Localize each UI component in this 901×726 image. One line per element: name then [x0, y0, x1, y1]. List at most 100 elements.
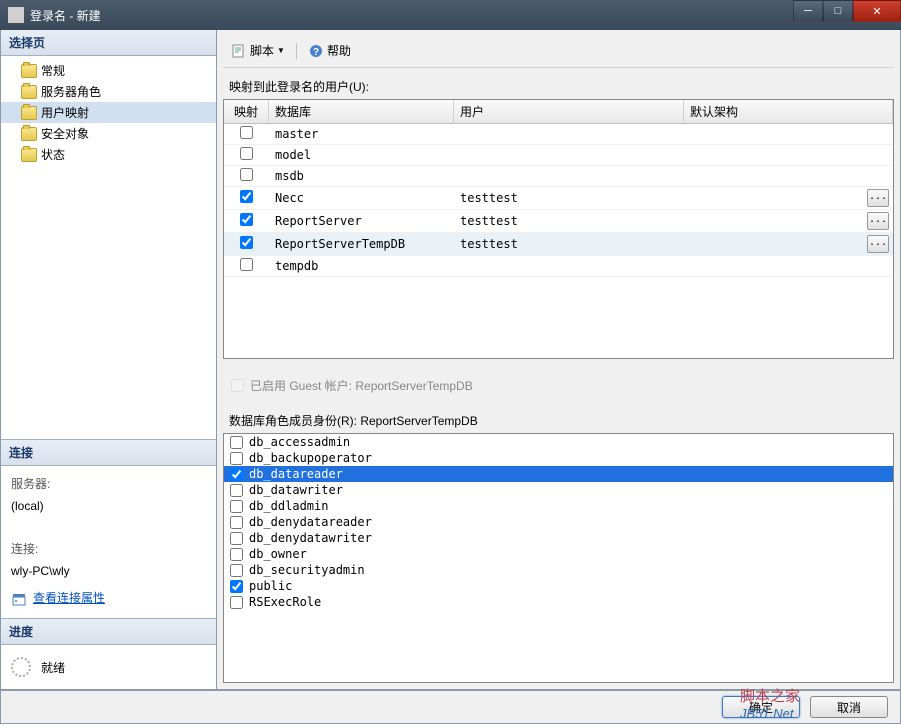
role-checkbox[interactable]: [230, 596, 243, 609]
col-database[interactable]: 数据库: [269, 100, 454, 123]
map-checkbox[interactable]: [240, 126, 253, 139]
role-name: db_denydatawriter: [249, 531, 372, 545]
nav-item[interactable]: 常规: [1, 60, 216, 81]
properties-icon: [11, 591, 27, 607]
role-checkbox[interactable]: [230, 564, 243, 577]
svg-text:?: ?: [313, 47, 319, 58]
page-icon: [21, 106, 37, 120]
window-controls: ─ □ ✕: [793, 0, 901, 30]
table-row[interactable]: Necctesttest...: [224, 187, 893, 210]
map-checkbox[interactable]: [240, 258, 253, 271]
role-checkbox[interactable]: [230, 500, 243, 513]
maximize-button[interactable]: □: [823, 0, 853, 22]
role-row[interactable]: db_backupoperator: [224, 450, 893, 466]
guest-account-row: 已启用 Guest 帐户: ReportServerTempDB: [223, 359, 894, 402]
nav-list: 常规服务器角色用户映射安全对象状态: [1, 56, 216, 169]
role-checkbox[interactable]: [230, 580, 243, 593]
role-row[interactable]: db_owner: [224, 546, 893, 562]
role-checkbox[interactable]: [230, 548, 243, 561]
role-row[interactable]: RSExecRole: [224, 594, 893, 610]
guest-checkbox: [231, 379, 244, 392]
col-user[interactable]: 用户: [454, 100, 684, 123]
nav-label: 安全对象: [41, 125, 89, 142]
role-checkbox[interactable]: [230, 516, 243, 529]
role-row[interactable]: public: [224, 578, 893, 594]
role-checkbox[interactable]: [230, 468, 243, 481]
roles-label: 数据库角色成员身份(R): ReportServerTempDB: [223, 402, 894, 433]
role-row[interactable]: db_datawriter: [224, 482, 893, 498]
page-icon: [21, 148, 37, 162]
guest-label: 已启用 Guest 帐户: ReportServerTempDB: [250, 377, 473, 394]
server-label: 服务器:: [11, 474, 206, 496]
schema-browse-button[interactable]: ...: [867, 212, 889, 230]
col-schema[interactable]: 默认架构: [684, 100, 893, 123]
role-row[interactable]: db_accessadmin: [224, 434, 893, 450]
titlebar: 登录名 - 新建 ─ □ ✕: [0, 0, 901, 30]
toolbar-separator: [296, 43, 297, 59]
role-checkbox[interactable]: [230, 436, 243, 449]
map-checkbox[interactable]: [240, 168, 253, 181]
toolbar: 脚本 ▼ ? 帮助: [223, 34, 894, 68]
close-button[interactable]: ✕: [853, 0, 901, 22]
sidebar: 选择页 常规服务器角色用户映射安全对象状态 连接 服务器: (local) 连接…: [1, 30, 217, 689]
user-cell: testtest: [454, 214, 684, 228]
col-map[interactable]: 映射: [224, 100, 269, 123]
page-icon: [21, 85, 37, 99]
select-page-header: 选择页: [1, 30, 216, 56]
view-connection-properties-link[interactable]: 查看连接属性: [33, 588, 105, 610]
role-name: public: [249, 579, 292, 593]
role-row[interactable]: db_datareader: [224, 466, 893, 482]
conn-value: wly-PC\wly: [11, 561, 206, 583]
app-icon: [8, 7, 24, 23]
server-value: (local): [11, 496, 206, 518]
progress-header: 进度: [1, 619, 216, 645]
bottom-bar: 脚本之家 JB51.Net 确定 取消: [0, 690, 901, 724]
script-icon: [231, 43, 247, 59]
user-mapping-grid: 映射 数据库 用户 默认架构 master modelmsdbNecctestte…: [223, 99, 894, 359]
table-row[interactable]: master: [224, 124, 893, 145]
conn-label: 连接:: [11, 539, 206, 561]
nav-item[interactable]: 服务器角色: [1, 81, 216, 102]
role-row[interactable]: db_denydatareader: [224, 514, 893, 530]
help-button[interactable]: ? 帮助: [304, 40, 355, 61]
role-name: db_ddladmin: [249, 499, 328, 513]
map-checkbox[interactable]: [240, 213, 253, 226]
table-row[interactable]: model: [224, 145, 893, 166]
cancel-button[interactable]: 取消: [810, 696, 888, 718]
table-row[interactable]: msdb: [224, 166, 893, 187]
role-row[interactable]: db_securityadmin: [224, 562, 893, 578]
table-row[interactable]: ReportServertesttest...: [224, 210, 893, 233]
map-checkbox[interactable]: [240, 147, 253, 160]
script-button[interactable]: 脚本 ▼: [227, 40, 289, 61]
nav-item[interactable]: 状态: [1, 144, 216, 165]
table-row[interactable]: ReportServerTempDBtesttest...: [224, 233, 893, 256]
nav-label: 用户映射: [41, 104, 89, 121]
nav-item[interactable]: 安全对象: [1, 123, 216, 144]
user-mapping-label: 映射到此登录名的用户(U):: [223, 68, 894, 99]
role-checkbox[interactable]: [230, 484, 243, 497]
schema-browse-button[interactable]: ...: [867, 235, 889, 253]
role-name: db_accessadmin: [249, 435, 350, 449]
ok-button[interactable]: 确定: [722, 696, 800, 718]
roles-list: db_accessadmin db_backupoperatordb_datare…: [223, 433, 894, 683]
nav-item[interactable]: 用户映射: [1, 102, 216, 123]
role-name: RSExecRole: [249, 595, 321, 609]
role-checkbox[interactable]: [230, 452, 243, 465]
role-name: db_securityadmin: [249, 563, 365, 577]
schema-browse-button[interactable]: ...: [867, 189, 889, 207]
role-row[interactable]: db_ddladmin: [224, 498, 893, 514]
db-cell: ReportServer: [269, 214, 454, 228]
role-name: db_backupoperator: [249, 451, 372, 465]
db-cell: tempdb: [269, 259, 454, 273]
user-cell: testtest: [454, 191, 684, 205]
minimize-button[interactable]: ─: [793, 0, 823, 22]
map-checkbox[interactable]: [240, 190, 253, 203]
map-checkbox[interactable]: [240, 236, 253, 249]
nav-label: 服务器角色: [41, 83, 101, 100]
role-row[interactable]: db_denydatawriter: [224, 530, 893, 546]
db-cell: master: [269, 127, 454, 141]
help-icon: ?: [308, 43, 324, 59]
role-checkbox[interactable]: [230, 532, 243, 545]
table-row[interactable]: tempdb: [224, 256, 893, 277]
nav-label: 状态: [41, 146, 65, 163]
